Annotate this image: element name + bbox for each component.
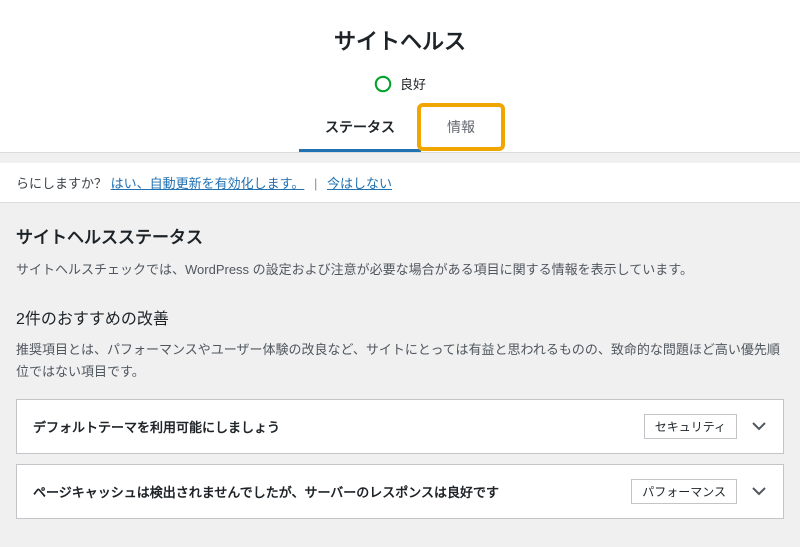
auto-update-notice: らにしますか？ はい、自動更新を有効化します。 | 今はしない <box>0 163 800 203</box>
tabs: ステータス 情報 <box>0 107 800 152</box>
notice-question-fragment: らにしますか？ <box>16 176 107 191</box>
site-health-header: サイトヘルス 良好 ステータス 情報 <box>0 0 800 153</box>
notice-separator: | <box>314 176 317 191</box>
tab-info[interactable]: 情報 <box>421 107 501 152</box>
check-item-title: デフォルトテーマを利用可能にしましょう <box>33 417 644 436</box>
check-item-title: ページキャッシュは検出されませんでしたが、サーバーのレスポンスは良好です <box>33 482 631 501</box>
enable-auto-update-link[interactable]: はい、自動更新を有効化します。 <box>111 176 305 191</box>
page-title: サイトヘルス <box>0 24 800 56</box>
tab-status-label: ステータス <box>325 119 395 135</box>
check-item-theme[interactable]: デフォルトテーマを利用可能にしましょう セキュリティ <box>16 399 784 454</box>
check-item-right: パフォーマンス <box>631 479 767 504</box>
check-item-right: セキュリティ <box>644 414 767 439</box>
tab-info-label: 情報 <box>447 119 475 135</box>
check-item-cache[interactable]: ページキャッシュは検出されませんでしたが、サーバーのレスポンスは良好です パフォ… <box>16 464 784 519</box>
improvements-desc: 推奨項目とは、パフォーマンスやユーザー体験の改良など、サイトにとっては有益と思わ… <box>16 339 784 383</box>
tab-status[interactable]: ステータス <box>299 107 421 152</box>
status-section-title: サイトヘルスステータス <box>16 223 784 248</box>
main-content: サイトヘルスステータス サイトヘルスチェックでは、WordPress の設定およ… <box>0 203 800 519</box>
status-good-icon <box>374 75 392 93</box>
status-label: 良好 <box>400 74 426 93</box>
badge-security: セキュリティ <box>644 414 737 439</box>
chevron-down-icon <box>751 418 767 434</box>
improvements-title: 2件のおすすめの改善 <box>16 305 784 329</box>
chevron-down-icon <box>751 483 767 499</box>
not-now-link[interactable]: 今はしない <box>327 176 392 191</box>
status-section-desc: サイトヘルスチェックでは、WordPress の設定および注意が必要な場合がある… <box>16 260 784 281</box>
status-indicator: 良好 <box>374 74 426 93</box>
badge-performance: パフォーマンス <box>631 479 737 504</box>
